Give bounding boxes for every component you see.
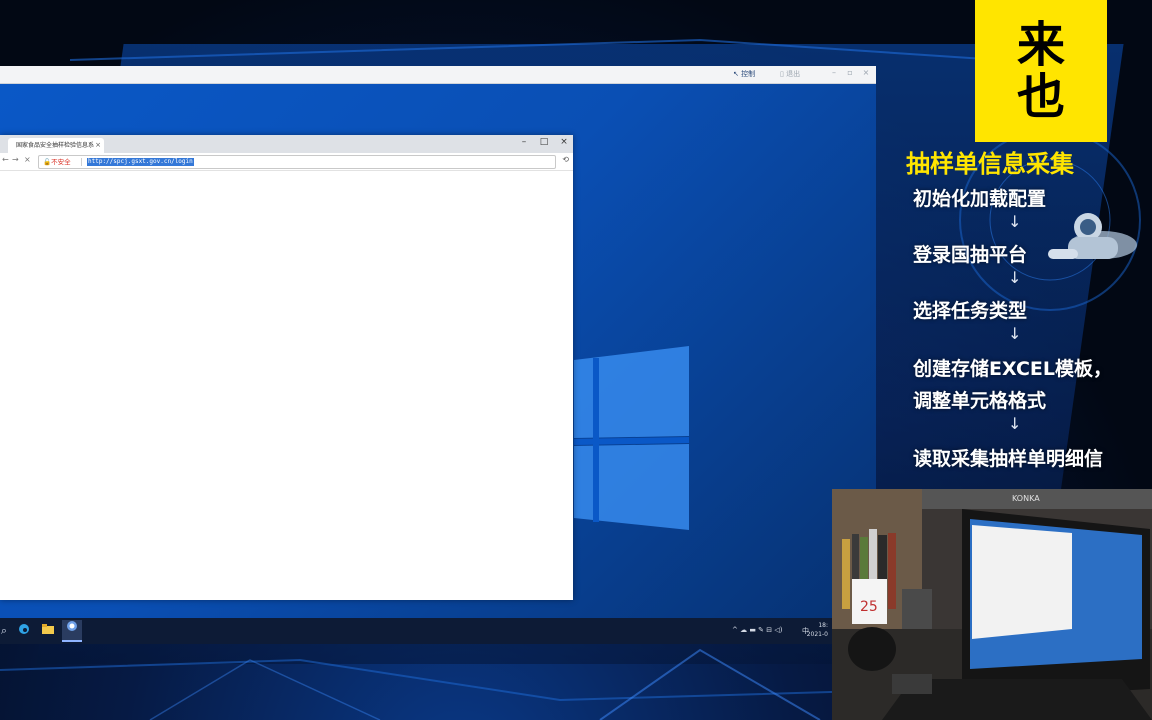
logo-char-1: 来 [1016,17,1065,73]
system-tray[interactable]: ^ ☁ ▬ ✎ ⊟ ◁) [732,626,782,634]
step-arrow-3: ↓ [1008,324,1022,343]
remote-toolbar: ↖ 控制 ▯ 退出 – ▫ × [0,66,876,84]
remote-desktop: ↖ 控制 ▯ 退出 – ▫ × 国家食品安全抽样检验信息系 × – □ × ← … [0,66,876,644]
logo-badge: 来 也 [975,0,1107,142]
step-3: 选择任务类型 [913,300,1028,322]
step-2: 登录国抽平台 [913,244,1028,266]
remote-close-button[interactable]: × [860,68,872,77]
robot-illustration [1048,213,1137,259]
unlock-icon: 🔓 [43,158,52,166]
browser-minimize-button[interactable]: – [516,137,532,147]
tab-strip: 国家食品安全抽样检验信息系 × – □ × [0,135,573,153]
step-5: 读取采集抽样单明细信 [913,448,1104,470]
windows-logo [574,346,690,530]
remote-control-button[interactable]: ↖ 控制 [733,69,755,79]
edge-icon[interactable] [16,623,32,639]
taskbar: ⌕ ^ ☁ ▬ ✎ ⊟ ◁) 中 18: 2021-0 [0,618,876,644]
step-arrow-4: ↓ [1008,414,1022,433]
browser-maximize-button[interactable]: □ [536,137,552,147]
remote-exit-button[interactable]: ▯ 退出 [780,69,800,79]
remote-minimize-button[interactable]: – [828,68,840,77]
logo-char-2: 也 [1016,69,1065,125]
history-icon[interactable]: ⟲ [562,155,569,164]
clock-date: 2021-0 [806,631,828,638]
browser-taskbar-icon[interactable] [62,620,82,642]
laptop-brand: KONKA [1012,494,1040,503]
step-4: 创建存储EXCEL模板， [913,358,1112,380]
step-arrow-2: ↓ [1008,268,1022,287]
address-bar[interactable]: 🔓不安全 http://spcj.gsxt.gov.cn/login [38,155,556,169]
navigation-bar: ← → × 🔓不安全 http://spcj.gsxt.gov.cn/login… [0,153,573,171]
taskbar-clock[interactable]: 18: 2021-0 [807,621,828,639]
stop-button[interactable]: × [24,155,31,164]
browser-window: 国家食品安全抽样检验信息系 × – □ × ← → × 🔓不安全 http://… [0,135,573,600]
browser-tab[interactable]: 国家食品安全抽样检验信息系 × [8,138,104,153]
calendar-day: 25 [860,599,878,615]
webcam-inset: 25 KONKA [832,489,1152,720]
back-button[interactable]: ← [2,155,9,164]
webcam-scene: 25 KONKA [832,489,1152,720]
search-icon[interactable]: ⌕ [0,623,8,639]
tab-close-icon[interactable]: × [95,138,101,153]
page-content [0,171,573,600]
url-text[interactable]: http://spcj.gsxt.gov.cn/login [87,158,194,166]
step-arrow-1: ↓ [1008,212,1022,231]
step-1: 初始化加载配置 [913,188,1047,210]
step-4-continued: 调整单元格格式 [913,390,1047,412]
remote-maximize-button[interactable]: ▫ [844,68,856,77]
address-separator [81,158,82,166]
security-indicator[interactable]: 🔓不安全 [43,156,71,168]
browser-close-button[interactable]: × [556,137,572,147]
clock-time: 18: [818,622,828,629]
tab-title: 国家食品安全抽样检验信息系 [16,142,95,149]
forward-button[interactable]: → [12,155,19,164]
file-explorer-icon[interactable] [40,623,56,639]
panel-title: 抽样单信息采集 [906,150,1074,178]
